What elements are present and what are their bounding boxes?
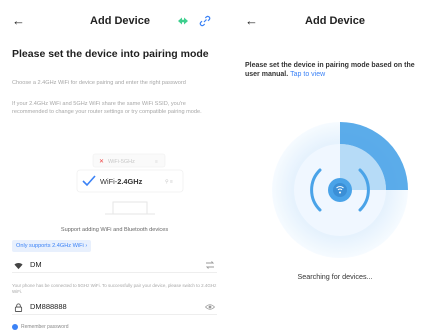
- back-icon[interactable]: ←: [12, 10, 25, 32]
- password-value: DM888888: [30, 302, 67, 311]
- left-screen: ← Add Device Please set the device into …: [0, 0, 227, 333]
- wifi-ssid-value: DM: [30, 260, 42, 269]
- searching-status: Searching for devices...: [297, 272, 373, 281]
- wrong-x-icon: ✕: [99, 159, 104, 165]
- pairing-heading: Please set the device into pairing mode: [12, 48, 209, 60]
- tap-to-view-link[interactable]: Tap to view: [290, 71, 325, 78]
- 5ghz-warning: Your phone has be connected to 5GHz WiFi…: [12, 283, 217, 294]
- link-icon[interactable]: [199, 15, 211, 27]
- switch-network-icon[interactable]: [205, 260, 215, 270]
- wifi-icon: [14, 262, 23, 270]
- remember-password-label: Remember password: [21, 324, 69, 330]
- wifi-5ghz-label: WiFi-5GHz: [108, 159, 135, 165]
- page-title: Add Device: [90, 15, 150, 27]
- only-24ghz-chip[interactable]: Only supports 2.4GHz WiFi ›: [12, 240, 92, 252]
- router-illustration: ✕ WiFi-5GHz ≡ WiFi-2.4GHz ⚲ ≡: [76, 153, 184, 215]
- password-field[interactable]: DM888888: [12, 301, 217, 315]
- right-screen: ← Add Device Please set the device in pa…: [233, 0, 437, 333]
- swap-arrows-icon[interactable]: [177, 15, 189, 27]
- back-icon[interactable]: ←: [245, 10, 258, 32]
- page-title: Add Device: [305, 15, 365, 27]
- support-text: Support adding WiFi and Bluetooth device…: [60, 227, 169, 233]
- svg-text:WiFi-2.4GHz: WiFi-2.4GHz: [100, 177, 143, 186]
- svg-text:≡: ≡: [155, 159, 158, 165]
- wifi-24-prefix: WiFi-: [100, 177, 118, 186]
- wifi-24-band: 2.4GHz: [117, 177, 142, 186]
- eye-icon[interactable]: [205, 302, 215, 312]
- wifi-instruction: Choose a 2.4GHz WiFi for device pairing …: [12, 80, 186, 86]
- pairing-instruction: Please set the device in pairing mode ba…: [245, 61, 431, 79]
- searching-radar: [272, 122, 408, 258]
- lock-icon: [14, 303, 23, 312]
- left-topbar: ← Add Device: [0, 10, 227, 32]
- ssid-instruction: If your 2.4GHz WiFi and 5GHz WiFi share …: [12, 101, 202, 115]
- pairing-instruction-text: Please set the device in pairing mode ba…: [245, 62, 415, 78]
- right-topbar: ← Add Device: [233, 10, 437, 32]
- wifi-ssid-field[interactable]: DM: [12, 259, 217, 273]
- remember-radio-icon: [12, 324, 18, 330]
- svg-text:⚲ ≡: ⚲ ≡: [165, 179, 173, 185]
